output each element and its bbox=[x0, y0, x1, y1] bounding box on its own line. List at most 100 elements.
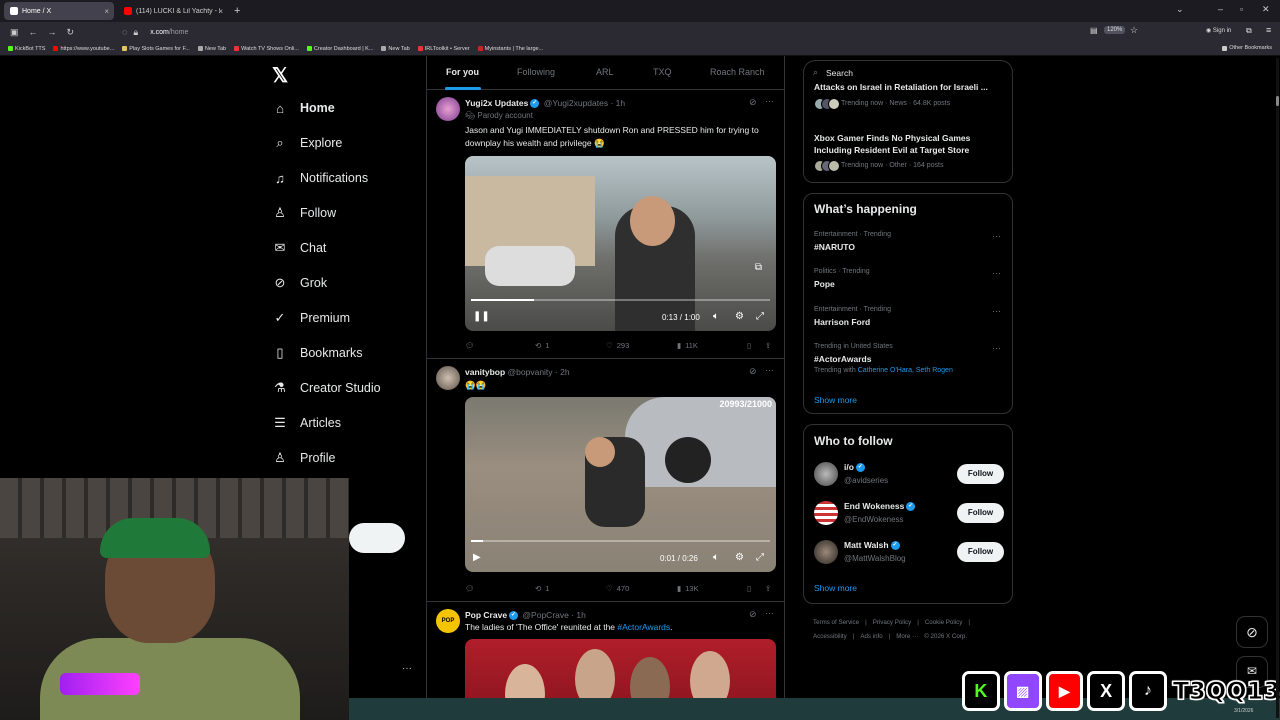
author-handle[interactable]: @bopvanity bbox=[508, 367, 553, 377]
bookmark-item[interactable]: Myinstants | The large... bbox=[477, 46, 543, 52]
bookmark-item[interactable]: Creator Dashboard | K... bbox=[306, 46, 373, 52]
author-name[interactable]: Pop Crave bbox=[465, 610, 507, 620]
bookmark-item[interactable]: https://www.youtube... bbox=[53, 46, 114, 52]
sidebar-item-premium[interactable]: ✓ Premium bbox=[272, 310, 350, 326]
bookmark-item[interactable]: Play Slots Games for F... bbox=[122, 46, 190, 52]
close-window-icon[interactable]: ✕ bbox=[1262, 4, 1270, 15]
play-icon[interactable]: ▶ bbox=[473, 552, 481, 563]
sidebar-item-notifications[interactable]: ♫ Notifications bbox=[272, 170, 368, 186]
trend-more-icon[interactable]: ··· bbox=[992, 268, 1001, 278]
reader-icon[interactable]: ▤ bbox=[1090, 26, 1098, 35]
follow-name[interactable]: End Wokeness ✓ bbox=[844, 501, 917, 512]
show-more-link[interactable]: Show more bbox=[814, 395, 857, 405]
trend-name[interactable]: Pope bbox=[814, 279, 835, 289]
trend-with-names[interactable]: Catherine O'Hara, Seth Rogen bbox=[858, 367, 953, 374]
sidebar-item-chat[interactable]: ✉ Chat bbox=[272, 240, 327, 256]
footer-link[interactable]: Cookie Policy bbox=[925, 619, 963, 626]
tab-arl[interactable]: ARL bbox=[596, 67, 614, 77]
grok-icon[interactable]: ⊘ bbox=[749, 609, 757, 620]
avatar[interactable] bbox=[814, 462, 838, 486]
bookmark-item[interactable]: New Tab bbox=[381, 46, 410, 52]
sidebar-item-follow[interactable]: ♙ Follow bbox=[272, 205, 336, 221]
bookmark-item[interactable]: Watch TV Shows Onli... bbox=[234, 46, 299, 52]
post-more-icon[interactable]: ··· bbox=[765, 96, 774, 106]
sidebar-item-articles[interactable]: ☰ Articles bbox=[272, 415, 341, 431]
fullscreen-icon[interactable]: ⤢ bbox=[756, 552, 764, 563]
other-bookmarks[interactable]: Other Bookmarks bbox=[1222, 45, 1272, 51]
footer-link[interactable]: Ads info bbox=[860, 633, 882, 640]
follow-button[interactable]: Follow bbox=[957, 503, 1004, 523]
reload-icon[interactable]: ↻ bbox=[67, 27, 75, 38]
tab-for-you[interactable]: For you bbox=[446, 67, 479, 77]
tab-roach-ranch[interactable]: Roach Ranch bbox=[710, 67, 765, 77]
avatar[interactable]: POP bbox=[436, 609, 460, 633]
zoom-level[interactable]: 120% bbox=[1104, 26, 1126, 34]
trend-name[interactable]: Harrison Ford bbox=[814, 317, 870, 327]
post-button[interactable] bbox=[349, 523, 405, 553]
account-more-icon[interactable]: ··· bbox=[402, 663, 412, 674]
fullscreen-icon[interactable]: ⤢ bbox=[756, 311, 764, 322]
close-tab-icon[interactable]: × bbox=[218, 7, 223, 16]
views-button[interactable]: ▮ 11K bbox=[677, 341, 698, 350]
sidebar-toggle-icon[interactable]: ▣ bbox=[10, 27, 19, 38]
video-progress[interactable] bbox=[471, 299, 770, 301]
menu-icon[interactable]: ≡ bbox=[1266, 25, 1271, 35]
tab-list-icon[interactable]: ⌄ bbox=[1176, 4, 1184, 15]
footer-link[interactable]: Privacy Policy bbox=[873, 619, 912, 626]
reply-button[interactable]: 💬︎ bbox=[465, 584, 479, 593]
bookmark-star-icon[interactable]: ☆ bbox=[1130, 25, 1138, 36]
follow-name[interactable]: i/o ✓ bbox=[844, 462, 867, 473]
follow-button[interactable]: Follow bbox=[957, 464, 1004, 484]
grok-icon[interactable]: ⊘ bbox=[749, 97, 757, 108]
trend-name[interactable]: #ActorAwards bbox=[814, 354, 871, 364]
news-title[interactable]: Xbox Gamer Finds No Physical Games Inclu… bbox=[814, 132, 994, 156]
forward-icon[interactable]: → bbox=[48, 27, 57, 37]
reply-button[interactable]: 💬︎ bbox=[465, 341, 479, 350]
footer-link[interactable]: © 2026 X Corp. bbox=[924, 633, 967, 640]
follow-button[interactable]: Follow bbox=[957, 542, 1004, 562]
post-more-icon[interactable]: ··· bbox=[765, 365, 774, 375]
post[interactable]: Yugi2x Updates ✓ @Yugi2xupdates · 1h 🎭︎ P… bbox=[427, 91, 784, 359]
sidebar-item-profile[interactable]: ♙ Profile bbox=[272, 450, 335, 466]
hashtag-link[interactable]: #ActorAwards bbox=[617, 622, 670, 632]
new-tab-button[interactable]: + bbox=[234, 5, 240, 17]
post-time[interactable]: · 1h bbox=[610, 98, 625, 108]
repost-button[interactable]: ⟲ 1 bbox=[535, 584, 549, 593]
settings-icon[interactable]: ⚙ bbox=[735, 552, 744, 563]
shield-icon[interactable]: ◌ bbox=[122, 27, 127, 37]
footer-link[interactable]: Accessibility bbox=[813, 633, 847, 640]
browser-tab-home[interactable]: Home / X × bbox=[4, 2, 114, 20]
browser-tab-youtube[interactable]: (114) LUCKI & Lil Yachty - I Do × bbox=[118, 2, 228, 20]
bookmark-button[interactable]: ▯ bbox=[747, 584, 751, 593]
page-scrollbar[interactable] bbox=[1276, 58, 1279, 718]
post[interactable]: vanitybop @bopvanity · 2h ⊘ ··· 😭😭 20993… bbox=[427, 360, 784, 602]
bookmark-item[interactable]: IRLToolkit • Server bbox=[417, 46, 470, 52]
url-bar[interactable]: x.com/home bbox=[150, 29, 188, 36]
minimize-icon[interactable]: – bbox=[1218, 4, 1223, 14]
trend-name[interactable]: #NARUTO bbox=[814, 242, 855, 252]
author-handle[interactable]: @Yugi2xupdates bbox=[544, 98, 608, 108]
post-time[interactable]: · 1h bbox=[571, 610, 586, 620]
post-video[interactable]: ⧉ ❚❚ 0:13 / 1:00 🔈︎ ⚙ ⤢ bbox=[465, 156, 776, 331]
bookmark-item[interactable]: KickBot TTS bbox=[8, 46, 45, 52]
grok-icon[interactable]: ⊘ bbox=[749, 366, 757, 377]
like-button[interactable]: ♡ 470 bbox=[606, 584, 629, 593]
pause-icon[interactable]: ❚❚ bbox=[473, 311, 490, 322]
extensions-icon[interactable]: ⧉ bbox=[1246, 26, 1252, 36]
author-name[interactable]: Yugi2x Updates bbox=[465, 98, 528, 108]
sign-in-button[interactable]: ◉ Sign in bbox=[1206, 27, 1231, 34]
footer-link[interactable]: Terms of Service bbox=[813, 619, 859, 626]
sidebar-item-home[interactable]: ⌂ Home bbox=[272, 100, 335, 116]
tab-txq[interactable]: TXQ bbox=[653, 67, 672, 77]
picture-in-picture-icon[interactable]: ⧉ bbox=[755, 262, 762, 273]
follow-handle[interactable]: @avidseries bbox=[844, 476, 888, 485]
settings-icon[interactable]: ⚙ bbox=[735, 311, 744, 322]
footer-link[interactable]: More ··· bbox=[896, 633, 918, 640]
follow-name[interactable]: Matt Walsh ✓ bbox=[844, 540, 902, 551]
video-progress[interactable] bbox=[471, 540, 770, 542]
avatar[interactable] bbox=[814, 501, 838, 525]
post-time[interactable]: · 2h bbox=[555, 367, 570, 377]
back-icon[interactable]: ← bbox=[29, 27, 38, 37]
x-logo-icon[interactable]: 𝕏 bbox=[272, 63, 288, 88]
mute-icon[interactable]: 🔈︎ bbox=[713, 552, 719, 563]
